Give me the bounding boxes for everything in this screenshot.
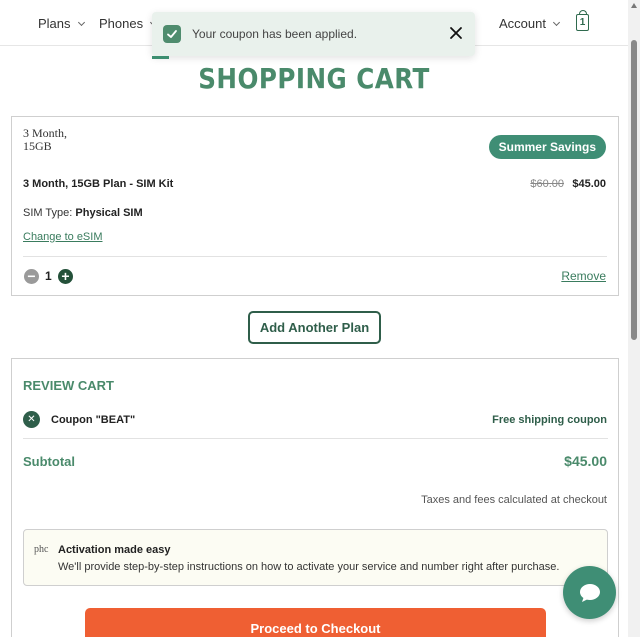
chevron-down-icon	[77, 18, 85, 26]
coupon-name: Coupon "BEAT"	[51, 414, 136, 426]
proceed-to-checkout-button[interactable]: Proceed to Checkout	[85, 608, 546, 637]
product-name: 3 Month, 15GB Plan - SIM Kit	[23, 178, 174, 190]
activation-info-box: phc Activation made easy We'll provide s…	[23, 529, 608, 586]
product-image: 3 Month, 15GB	[23, 126, 68, 153]
tax-note: Taxes and fees calculated at checkout	[421, 494, 607, 506]
nav-item-label: Phones	[99, 16, 144, 31]
review-cart-title: REVIEW CART	[23, 378, 114, 393]
original-price: $60.00	[530, 178, 564, 190]
nav-item-label: Plans	[38, 16, 71, 31]
page-title: SHOPPING CART	[198, 62, 430, 95]
sim-type-value: Physical SIM	[75, 207, 143, 219]
quantity-value: 1	[45, 269, 52, 283]
review-cart-panel: REVIEW CART ✕ Coupon "BEAT" Free shippin…	[11, 358, 619, 637]
sim-type-label: SIM Type:	[23, 207, 73, 219]
chevron-down-icon	[552, 18, 561, 26]
nav-item-phones[interactable]: Phones	[99, 16, 158, 31]
sim-type: SIM Type: Physical SIM	[23, 207, 143, 219]
remove-coupon-button[interactable]: ✕	[23, 411, 40, 428]
coupon-description: Free shipping coupon	[492, 414, 607, 426]
page-scrollbar[interactable]	[628, 0, 640, 637]
nav-item-label: Account	[499, 16, 546, 31]
scroll-up-arrow-icon[interactable]	[631, 3, 637, 8]
subtotal-label: Subtotal	[23, 454, 75, 469]
nav-item-account[interactable]: Account	[499, 16, 561, 31]
change-to-esim-link[interactable]: Change to eSIM	[23, 231, 103, 243]
chat-button[interactable]	[563, 566, 616, 619]
cart-item-card: 3 Month, 15GB Summer Savings 3 Month, 15…	[11, 116, 619, 296]
divider	[23, 438, 608, 439]
nav-active-indicator	[152, 56, 169, 59]
activation-title: Activation made easy	[58, 544, 171, 556]
quantity-increase-button[interactable]: +	[58, 269, 73, 284]
nav-item-plans[interactable]: Plans	[38, 16, 85, 31]
activation-description: We'll provide step-by-step instructions …	[58, 561, 560, 573]
toast-message: Your coupon has been applied.	[192, 27, 358, 41]
current-price: $45.00	[572, 178, 606, 190]
check-icon	[163, 25, 181, 43]
activation-image: phc	[34, 544, 49, 555]
divider	[23, 256, 607, 257]
add-another-plan-button[interactable]: Add Another Plan	[248, 311, 381, 344]
chat-bubble-icon	[579, 583, 600, 602]
promo-badge: Summer Savings	[488, 135, 606, 159]
scrollbar-thumb[interactable]	[631, 40, 637, 340]
shopping-bag-icon[interactable]: 1	[576, 10, 589, 31]
close-icon[interactable]	[447, 24, 465, 42]
quantity-decrease-button[interactable]: −	[24, 269, 39, 284]
subtotal-value: $45.00	[564, 453, 607, 469]
coupon-applied-toast: Your coupon has been applied.	[152, 12, 475, 56]
remove-item-link[interactable]: Remove	[561, 269, 606, 283]
cart-count: 1	[579, 17, 586, 28]
